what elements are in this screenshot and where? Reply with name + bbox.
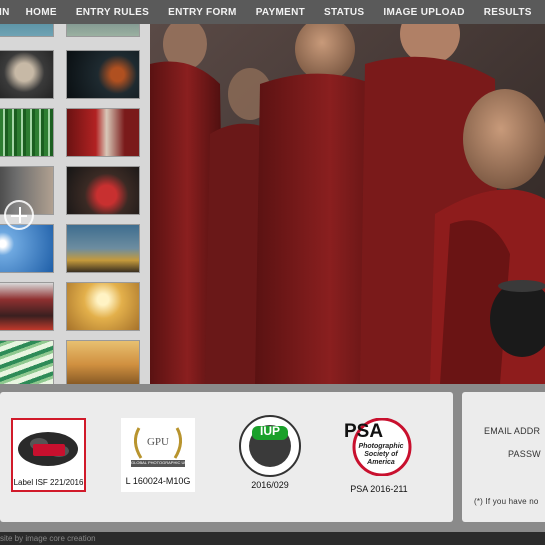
iup-caption: 2016/029 xyxy=(251,480,289,490)
patronage-panel: Label ISF 221/2016 GPU GLOBAL PHOTOGRAPH… xyxy=(0,392,453,522)
gallery-thumbnail[interactable] xyxy=(66,282,140,331)
psa-sub2: Society of xyxy=(364,451,398,458)
register-note: (*) If you have no xyxy=(474,497,539,506)
iup-logo[interactable]: IUP 2016/029 xyxy=(233,414,307,492)
hero-image xyxy=(150,24,545,384)
monks-photo xyxy=(150,24,545,384)
iup-title: IUP xyxy=(259,424,280,438)
nav-item-status[interactable]: STATUS xyxy=(324,7,364,18)
psa-sub1: Photographic xyxy=(358,443,404,450)
fiap-caption: Label ISF 221/2016 xyxy=(13,478,84,487)
gallery-thumbnail[interactable] xyxy=(66,50,140,99)
gallery-thumbnail[interactable] xyxy=(0,224,54,273)
nav-item-entry-rules[interactable]: ENTRY RULES xyxy=(76,7,149,18)
password-label: PASSW xyxy=(508,449,541,459)
fiap-logo[interactable]: Label ISF 221/2016 xyxy=(11,418,86,492)
gpu-logo[interactable]: GPU GLOBAL PHOTOGRAPHIC UNION L 160024-M… xyxy=(121,418,195,492)
gallery-thumbnail[interactable] xyxy=(66,108,140,157)
psa-caption: PSA 2016-211 xyxy=(350,484,408,494)
nav-item-home[interactable]: HOME xyxy=(26,7,57,18)
gallery-thumbnail[interactable] xyxy=(0,24,54,37)
gallery-thumbnail[interactable] xyxy=(0,50,54,99)
email-label: EMAIL ADDR xyxy=(484,426,541,436)
gpu-title: GPU xyxy=(146,436,169,448)
nav-item-image-upload[interactable]: IMAGE UPLOAD xyxy=(383,7,464,18)
gallery-thumbnail[interactable] xyxy=(66,24,140,37)
gallery-thumbnail[interactable] xyxy=(0,108,54,157)
top-navigation: IN HOME ENTRY RULES ENTRY FORM PAYMENT S… xyxy=(0,0,545,24)
gallery-thumbnail[interactable] xyxy=(0,282,54,331)
nav-item-results[interactable]: RESULTS xyxy=(484,7,532,18)
nav-item-entry-form[interactable]: ENTRY FORM xyxy=(168,7,237,18)
gpu-subtitle: GLOBAL PHOTOGRAPHIC UNION xyxy=(131,460,185,465)
gpu-caption: L 160024-M10G xyxy=(125,476,191,486)
psa-sub3: America xyxy=(367,459,395,466)
login-panel: EMAIL ADDR PASSW (*) If you have no xyxy=(462,392,545,522)
thumbnail-gallery xyxy=(0,24,150,384)
footer-credit: site by image core creation xyxy=(0,534,96,543)
nav-item-payment[interactable]: PAYMENT xyxy=(256,7,305,18)
nav-item-in[interactable]: IN xyxy=(0,7,10,18)
psa-logo[interactable]: PSA Photographic Society of America PSA … xyxy=(340,418,418,494)
gallery-thumbnail[interactable] xyxy=(66,166,140,215)
zoom-plus-icon[interactable] xyxy=(4,200,34,230)
gallery-thumbnail[interactable] xyxy=(66,224,140,273)
world-map-icon xyxy=(18,432,78,466)
psa-title: PSA xyxy=(344,421,384,442)
footer: site by image core creation xyxy=(0,532,545,545)
gallery-thumbnail[interactable] xyxy=(66,340,140,384)
gallery-thumbnail[interactable] xyxy=(0,340,54,384)
